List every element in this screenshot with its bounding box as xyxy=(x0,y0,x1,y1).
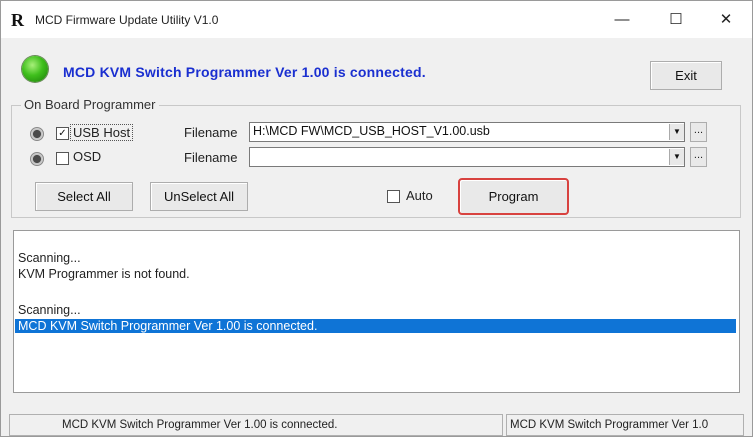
unselect-all-button[interactable]: UnSelect All xyxy=(150,182,248,211)
window-title: MCD Firmware Update Utility V1.0 xyxy=(35,13,219,27)
status-bar-cell: MCD KVM Switch Programmer Ver 1.00 is co… xyxy=(9,414,503,436)
select-all-button[interactable]: Select All xyxy=(35,182,133,211)
auto-label[interactable]: Auto xyxy=(406,188,433,203)
filename-label: Filename xyxy=(184,150,238,165)
auto-checkbox[interactable] xyxy=(387,190,400,203)
app-icon: R xyxy=(11,10,24,30)
osd-browse-button[interactable]: ... xyxy=(690,147,707,167)
status-bar-cell: MCD KVM Switch Programmer Ver 1.0 xyxy=(506,414,744,436)
close-button[interactable]: ✕ xyxy=(703,5,749,35)
log-output[interactable]: Scanning... KVM Programmer is not found.… xyxy=(13,230,740,393)
usb-host-filename-combo[interactable]: H:\MCD FW\MCD_USB_HOST_V1.00.usb ▼ xyxy=(249,122,685,142)
usb-host-status-radio[interactable] xyxy=(30,127,44,141)
filename-label: Filename xyxy=(184,125,238,140)
log-line: KVM Programmer is not found. xyxy=(18,267,190,281)
log-line-selected[interactable]: MCD KVM Switch Programmer Ver 1.00 is co… xyxy=(15,319,736,333)
maximize-button[interactable]: ☐ xyxy=(653,5,699,35)
osd-checkbox[interactable] xyxy=(56,152,69,165)
status-bar: MCD KVM Switch Programmer Ver 1.00 is co… xyxy=(1,412,752,436)
check-icon: ✓ xyxy=(58,128,67,139)
log-line: Scanning... xyxy=(18,303,81,317)
program-button[interactable]: Program xyxy=(458,178,569,215)
exit-button[interactable]: Exit xyxy=(650,61,722,90)
usb-host-checkbox[interactable]: ✓ xyxy=(56,127,69,140)
connection-status-text: MCD KVM Switch Programmer Ver 1.00 is co… xyxy=(63,64,426,80)
osd-filename-combo[interactable]: ▼ xyxy=(249,147,685,167)
usb-host-label[interactable]: USB Host xyxy=(70,124,134,141)
title-bar[interactable]: R MCD Firmware Update Utility V1.0 — ☐ ✕ xyxy=(1,1,752,38)
osd-status-radio[interactable] xyxy=(30,152,44,166)
status-right-text: MCD KVM Switch Programmer Ver 1.0 xyxy=(510,419,709,431)
usb-host-filename-value: H:\MCD FW\MCD_USB_HOST_V1.00.usb xyxy=(253,124,490,138)
chevron-down-icon[interactable]: ▼ xyxy=(669,149,684,165)
status-led-icon xyxy=(22,56,48,82)
osd-label[interactable]: OSD xyxy=(73,149,101,164)
chevron-down-icon[interactable]: ▼ xyxy=(669,124,684,140)
minimize-button[interactable]: — xyxy=(599,5,645,35)
usb-host-browse-button[interactable]: ... xyxy=(690,122,707,142)
group-title: On Board Programmer xyxy=(21,97,159,112)
log-line: Scanning... xyxy=(18,251,81,265)
app-window: R MCD Firmware Update Utility V1.0 — ☐ ✕… xyxy=(0,0,753,437)
status-left-text: MCD KVM Switch Programmer Ver 1.00 is co… xyxy=(62,419,338,431)
